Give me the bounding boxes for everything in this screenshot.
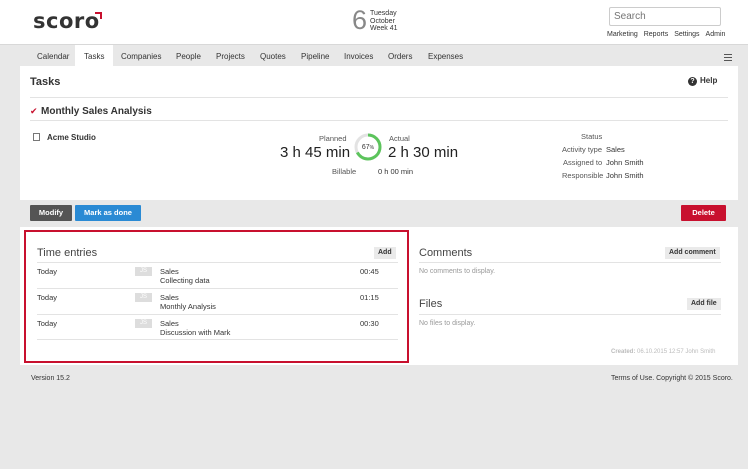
version-text: Version 15.2 [31, 375, 70, 382]
progress-percent: 67% [361, 144, 375, 151]
divider [419, 262, 721, 263]
top-links: Marketing Reports Settings Admin [607, 31, 731, 38]
responsible-label: Responsible [562, 171, 604, 180]
add-time-entry-button[interactable]: Add [374, 247, 396, 259]
entry-description: Discussion with Mark [160, 328, 231, 337]
planned-label: Planned [319, 134, 347, 143]
logo-mark-icon [95, 12, 102, 19]
responsible-value[interactable]: John Smith [606, 171, 644, 180]
nav-companies[interactable]: Companies [121, 45, 161, 67]
entry-activity: Sales [160, 319, 179, 328]
nav-orders[interactable]: Orders [388, 45, 412, 67]
footer-links[interactable]: Terms of Use. Copyright © 2015 Scoro. [611, 375, 733, 382]
search-input[interactable] [609, 7, 721, 26]
nav-expenses[interactable]: Expenses [428, 45, 463, 67]
nav-tasks[interactable]: Tasks [75, 45, 114, 67]
divider [30, 97, 728, 98]
task-title: Monthly Sales Analysis [41, 106, 152, 117]
divider [37, 314, 398, 315]
add-comment-button[interactable]: Add comment [665, 247, 720, 259]
date-month: October [370, 17, 395, 25]
main-nav: Calendar Tasks Companies People Projects… [0, 44, 748, 67]
avatar: JS [135, 319, 152, 328]
avatar: JS [135, 267, 152, 276]
page-title: Tasks [30, 76, 61, 88]
comments-title: Comments [419, 247, 473, 259]
entry-duration: 00:45 [360, 267, 379, 276]
toplink-admin[interactable]: Admin [706, 31, 726, 38]
files-empty: No files to display. [419, 320, 476, 327]
billable-label: Billable [332, 167, 357, 176]
help-link[interactable]: ? Help [688, 76, 717, 86]
nav-quotes[interactable]: Quotes [260, 45, 286, 67]
date-day: 6 [352, 5, 368, 35]
time-entries-panel: Time entries Add Today JS Sales Collecti… [24, 230, 409, 363]
date-week: Week 41 [370, 25, 398, 32]
divider [37, 288, 398, 289]
toplink-reports[interactable]: Reports [644, 31, 669, 38]
scoro-logo[interactable]: scoro [33, 9, 100, 33]
entry-description: Monthly Analysis [160, 302, 216, 311]
add-file-button[interactable]: Add file [687, 298, 721, 310]
planned-value: 3 h 45 min [280, 144, 351, 161]
date-details: Tuesday October Week 41 [370, 10, 398, 33]
nav-pipeline[interactable]: Pipeline [301, 45, 329, 67]
help-icon: ? [688, 77, 697, 86]
toplink-settings[interactable]: Settings [674, 31, 699, 38]
company-name[interactable]: Acme Studio [47, 133, 96, 142]
help-label: Help [700, 76, 718, 85]
nav-invoices[interactable]: Invoices [344, 45, 373, 67]
actual-value: 2 h 30 min [388, 144, 459, 161]
modify-button[interactable]: Modify [30, 205, 72, 221]
nav-projects[interactable]: Projects [216, 45, 245, 67]
menu-icon[interactable] [724, 54, 732, 63]
nav-calendar[interactable]: Calendar [37, 45, 69, 67]
status-label: Status [581, 132, 603, 141]
checkmark-icon: ✔ [30, 106, 38, 116]
billable-value: 0 h 00 min [378, 167, 414, 176]
task-card: Tasks ? Help ✔ Monthly Sales Analysis Acm… [20, 66, 738, 200]
actual-label: Actual [389, 134, 410, 143]
assigned-value[interactable]: John Smith [606, 158, 644, 167]
divider [37, 262, 398, 263]
entry-description: Collecting data [160, 276, 210, 285]
avatar: JS [135, 293, 152, 302]
entry-activity: Sales [160, 293, 179, 302]
divider [37, 339, 398, 340]
activity-type-value: Sales [606, 145, 625, 154]
entry-duration: 01:15 [360, 293, 379, 302]
entry-duration: 00:30 [360, 319, 379, 328]
created-info: Created: 06.10.2015 12:57 John Smith [611, 349, 716, 355]
entry-date: Today [37, 267, 58, 276]
toplink-marketing[interactable]: Marketing [607, 31, 638, 38]
comments-empty: No comments to display. [419, 268, 496, 275]
nav-people[interactable]: People [176, 45, 201, 67]
divider [419, 314, 721, 315]
entry-activity: Sales [160, 267, 179, 276]
entry-date: Today [37, 319, 58, 328]
files-title: Files [419, 298, 443, 310]
time-entries-title: Time entries [37, 247, 98, 259]
mark-as-done-button[interactable]: Mark as done [75, 205, 141, 221]
top-header: scoro 6 Tuesday October Week 41 Marketin… [0, 0, 748, 44]
assigned-label: Assigned to [563, 158, 603, 167]
building-icon [33, 133, 40, 141]
entry-date: Today [37, 293, 58, 302]
date-weekday: Tuesday [370, 10, 397, 17]
delete-button[interactable]: Delete [681, 205, 726, 221]
activity-type-label: Activity type [562, 145, 603, 154]
divider [30, 120, 728, 121]
